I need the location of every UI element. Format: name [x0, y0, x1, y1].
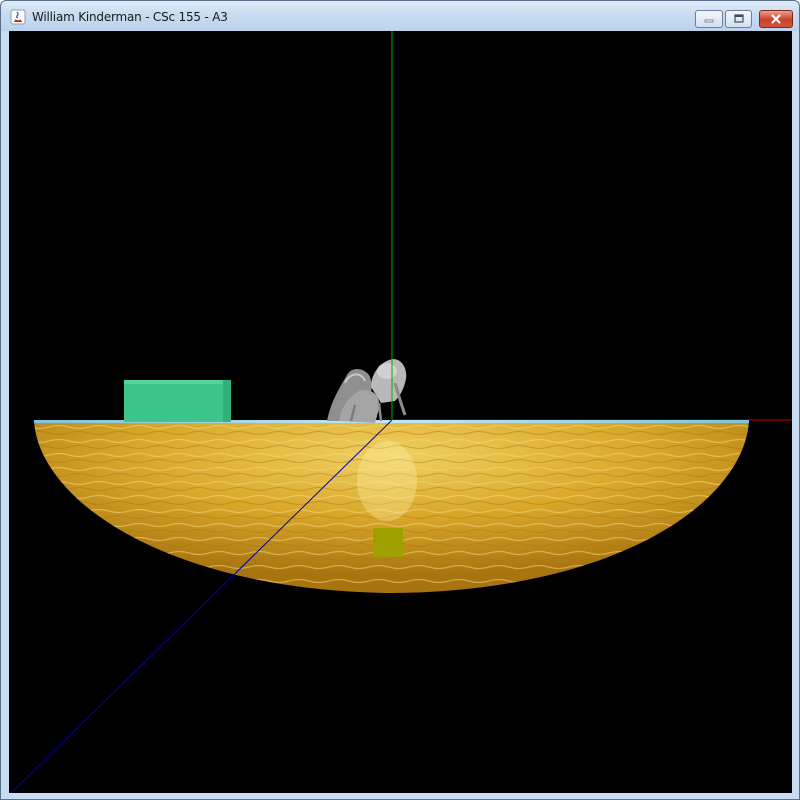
- window-title: William Kinderman - CSc 155 - A3: [32, 10, 228, 24]
- minimize-icon: [704, 19, 714, 23]
- scene-view: [10, 31, 792, 793]
- opengl-canvas[interactable]: [9, 31, 792, 793]
- java-icon: [10, 9, 26, 25]
- yellow-cube: [373, 528, 403, 557]
- application-window: William Kinderman - CSc 155 - A3: [0, 0, 800, 800]
- maximize-icon: [733, 14, 744, 23]
- green-cube: [124, 380, 231, 422]
- creature-models: [327, 359, 407, 423]
- close-button[interactable]: [759, 10, 793, 28]
- minimize-button[interactable]: [695, 10, 723, 28]
- title-bar[interactable]: William Kinderman - CSc 155 - A3: [1, 1, 799, 31]
- maximize-button[interactable]: [725, 10, 752, 28]
- close-icon: [771, 14, 781, 24]
